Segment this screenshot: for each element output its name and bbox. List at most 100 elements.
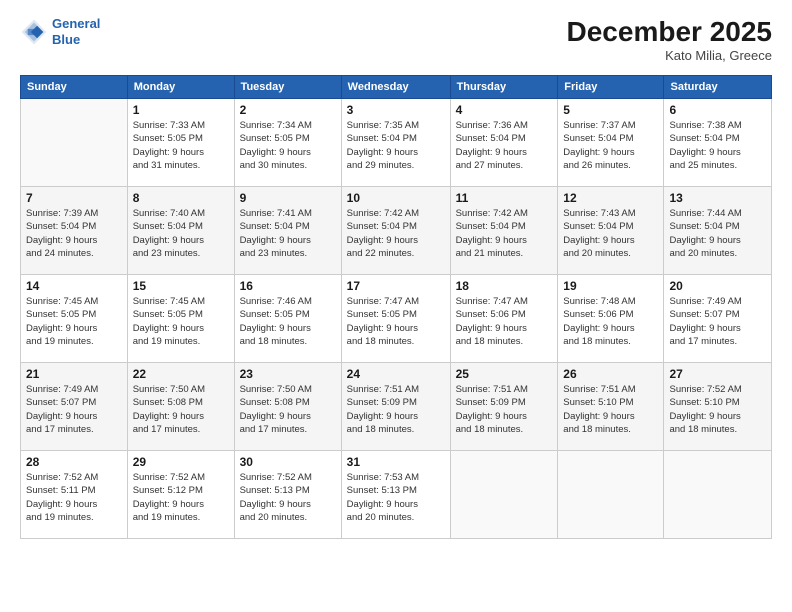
col-sunday: Sunday (21, 76, 128, 99)
day-info: Sunrise: 7:40 AM Sunset: 5:04 PM Dayligh… (133, 207, 229, 260)
day-info: Sunrise: 7:47 AM Sunset: 5:06 PM Dayligh… (456, 295, 553, 348)
day-info: Sunrise: 7:52 AM Sunset: 5:13 PM Dayligh… (240, 471, 336, 524)
table-row: 20 Sunrise: 7:49 AM Sunset: 5:07 PM Dayli… (664, 275, 772, 363)
day-number: 26 (563, 367, 658, 381)
title-block: December 2025 Kato Milia, Greece (567, 16, 772, 63)
header-row: Sunday Monday Tuesday Wednesday Thursday… (21, 76, 772, 99)
table-row: 19Sunrise: 7:48 AM Sunset: 5:06 PM Dayli… (558, 275, 664, 363)
day-info: Sunrise: 7:35 AM Sunset: 5:04 PM Dayligh… (347, 119, 445, 172)
day-number: 21 (26, 367, 122, 381)
logo-line1: General (52, 16, 100, 31)
col-wednesday: Wednesday (341, 76, 450, 99)
table-row: 13 Sunrise: 7:44 AM Sunset: 5:04 PM Dayli… (664, 187, 772, 275)
col-thursday: Thursday (450, 76, 558, 99)
table-row (664, 451, 772, 539)
logo-icon (20, 18, 48, 46)
day-number: 11 (456, 191, 553, 205)
header: General Blue December 2025 Kato Milia, G… (20, 16, 772, 63)
table-row: 5 Sunrise: 7:37 AM Sunset: 5:04 PM Daylig… (558, 99, 664, 187)
day-number: 23 (240, 367, 336, 381)
day-info: Sunrise: 7:53 AM Sunset: 5:13 PM Dayligh… (347, 471, 445, 524)
day-info: Sunrise: 7:52 AM Sunset: 5:12 PM Dayligh… (133, 471, 229, 524)
day-number: 13 (669, 191, 766, 205)
day-info: Sunrise: 7:45 AM Sunset: 5:05 PM Dayligh… (26, 295, 122, 348)
day-number: 1 (133, 103, 229, 117)
day-info: Sunrise: 7:33 AM Sunset: 5:05 PM Dayligh… (133, 119, 229, 172)
day-number: 9 (240, 191, 336, 205)
logo: General Blue (20, 16, 100, 47)
day-info: Sunrise: 7:38 AM Sunset: 5:04 PM Dayligh… (669, 119, 766, 172)
table-row: 14 Sunrise: 7:45 AM Sunset: 5:05 PM Dayli… (21, 275, 128, 363)
day-info: Sunrise: 7:50 AM Sunset: 5:08 PM Dayligh… (240, 383, 336, 436)
table-row (21, 99, 128, 187)
day-number: 7 (26, 191, 122, 205)
day-info: Sunrise: 7:51 AM Sunset: 5:09 PM Dayligh… (456, 383, 553, 436)
table-row: 7 Sunrise: 7:39 AM Sunset: 5:04 PM Daylig… (21, 187, 128, 275)
day-number: 17 (347, 279, 445, 293)
day-number: 5 (563, 103, 658, 117)
day-info: Sunrise: 7:52 AM Sunset: 5:10 PM Dayligh… (669, 383, 766, 436)
day-info: Sunrise: 7:37 AM Sunset: 5:04 PM Dayligh… (563, 119, 658, 172)
day-number: 28 (26, 455, 122, 469)
day-info: Sunrise: 7:46 AM Sunset: 5:05 PM Dayligh… (240, 295, 336, 348)
day-number: 14 (26, 279, 122, 293)
day-number: 12 (563, 191, 658, 205)
table-row: 26Sunrise: 7:51 AM Sunset: 5:10 PM Dayli… (558, 363, 664, 451)
col-monday: Monday (127, 76, 234, 99)
table-row: 3Sunrise: 7:35 AM Sunset: 5:04 PM Daylig… (341, 99, 450, 187)
day-info: Sunrise: 7:51 AM Sunset: 5:09 PM Dayligh… (347, 383, 445, 436)
day-number: 30 (240, 455, 336, 469)
col-tuesday: Tuesday (234, 76, 341, 99)
day-number: 31 (347, 455, 445, 469)
day-number: 15 (133, 279, 229, 293)
location-subtitle: Kato Milia, Greece (567, 48, 772, 63)
day-number: 19 (563, 279, 658, 293)
day-number: 10 (347, 191, 445, 205)
table-row: 15 Sunrise: 7:45 AM Sunset: 5:05 PM Dayli… (127, 275, 234, 363)
calendar-table: Sunday Monday Tuesday Wednesday Thursday… (20, 75, 772, 539)
table-row: 22Sunrise: 7:50 AM Sunset: 5:08 PM Dayli… (127, 363, 234, 451)
table-row: 28 Sunrise: 7:52 AM Sunset: 5:11 PM Dayli… (21, 451, 128, 539)
day-number: 20 (669, 279, 766, 293)
calendar-body: 1 Sunrise: 7:33 AM Sunset: 5:05 PM Daylig… (21, 99, 772, 539)
day-number: 24 (347, 367, 445, 381)
day-info: Sunrise: 7:45 AM Sunset: 5:05 PM Dayligh… (133, 295, 229, 348)
table-row: 16Sunrise: 7:46 AM Sunset: 5:05 PM Dayli… (234, 275, 341, 363)
table-row (558, 451, 664, 539)
table-row: 4 Sunrise: 7:36 AM Sunset: 5:04 PM Daylig… (450, 99, 558, 187)
page: General Blue December 2025 Kato Milia, G… (0, 0, 792, 612)
table-row: 2Sunrise: 7:34 AM Sunset: 5:05 PM Daylig… (234, 99, 341, 187)
day-info: Sunrise: 7:52 AM Sunset: 5:11 PM Dayligh… (26, 471, 122, 524)
day-number: 25 (456, 367, 553, 381)
day-info: Sunrise: 7:42 AM Sunset: 5:04 PM Dayligh… (347, 207, 445, 260)
calendar-header: Sunday Monday Tuesday Wednesday Thursday… (21, 76, 772, 99)
month-title: December 2025 (567, 16, 772, 48)
day-number: 29 (133, 455, 229, 469)
day-number: 27 (669, 367, 766, 381)
day-info: Sunrise: 7:36 AM Sunset: 5:04 PM Dayligh… (456, 119, 553, 172)
table-row: 18 Sunrise: 7:47 AM Sunset: 5:06 PM Dayli… (450, 275, 558, 363)
day-info: Sunrise: 7:43 AM Sunset: 5:04 PM Dayligh… (563, 207, 658, 260)
day-info: Sunrise: 7:41 AM Sunset: 5:04 PM Dayligh… (240, 207, 336, 260)
day-number: 22 (133, 367, 229, 381)
table-row: 27 Sunrise: 7:52 AM Sunset: 5:10 PM Dayli… (664, 363, 772, 451)
logo-line2: Blue (52, 32, 80, 47)
table-row: 23 Sunrise: 7:50 AM Sunset: 5:08 PM Dayli… (234, 363, 341, 451)
table-row: 29 Sunrise: 7:52 AM Sunset: 5:12 PM Dayli… (127, 451, 234, 539)
day-info: Sunrise: 7:44 AM Sunset: 5:04 PM Dayligh… (669, 207, 766, 260)
col-saturday: Saturday (664, 76, 772, 99)
table-row: 17Sunrise: 7:47 AM Sunset: 5:05 PM Dayli… (341, 275, 450, 363)
day-info: Sunrise: 7:49 AM Sunset: 5:07 PM Dayligh… (669, 295, 766, 348)
day-info: Sunrise: 7:42 AM Sunset: 5:04 PM Dayligh… (456, 207, 553, 260)
day-number: 18 (456, 279, 553, 293)
day-number: 4 (456, 103, 553, 117)
day-info: Sunrise: 7:39 AM Sunset: 5:04 PM Dayligh… (26, 207, 122, 260)
table-row: 21 Sunrise: 7:49 AM Sunset: 5:07 PM Dayli… (21, 363, 128, 451)
table-row: 8 Sunrise: 7:40 AM Sunset: 5:04 PM Daylig… (127, 187, 234, 275)
table-row: 10 Sunrise: 7:42 AM Sunset: 5:04 PM Dayli… (341, 187, 450, 275)
table-row: 9 Sunrise: 7:41 AM Sunset: 5:04 PM Daylig… (234, 187, 341, 275)
day-info: Sunrise: 7:49 AM Sunset: 5:07 PM Dayligh… (26, 383, 122, 436)
table-row (450, 451, 558, 539)
day-number: 8 (133, 191, 229, 205)
day-info: Sunrise: 7:34 AM Sunset: 5:05 PM Dayligh… (240, 119, 336, 172)
